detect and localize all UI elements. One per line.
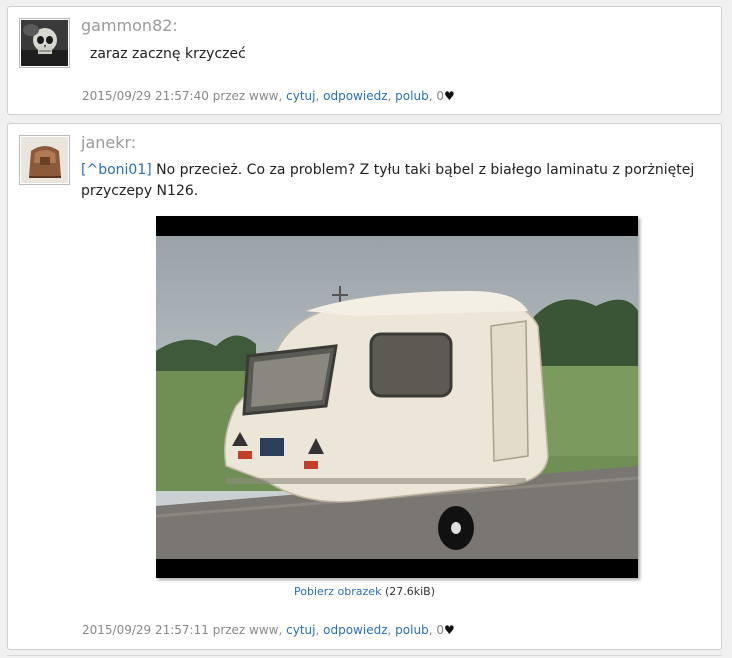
avatar[interactable] (19, 135, 70, 185)
post-source: przez www, (212, 623, 283, 637)
like-link[interactable]: polub (395, 623, 429, 637)
heart-icon: ♥ (443, 89, 455, 103)
post-meta: 2015/09/29 21:57:40 przez www, cytuj, od… (82, 89, 455, 103)
download-image-link[interactable]: Pobierz obrazek (294, 585, 381, 598)
post-text: zaraz zacznę krzyczeć (90, 46, 246, 62)
post-body: No przecież. Co za problem? Z tyłu taki … (81, 162, 695, 199)
post-datetime: 2015/09/29 21:57:40 (82, 89, 209, 103)
quote-link[interactable]: cytuj (286, 623, 315, 637)
attached-photo[interactable] (156, 216, 638, 578)
post-author: janekr: (81, 133, 137, 152)
separator: , (387, 623, 392, 637)
reply-link[interactable]: odpowiedz (323, 623, 387, 637)
download-size: (27.6kiB) (384, 585, 436, 598)
separator: , (428, 89, 433, 103)
post-text: [^boni01] No przecież. Co za problem? Z … (81, 160, 701, 202)
post-janekr: janekr: [^boni01] No przecież. Co za pro… (7, 123, 722, 650)
skull-avatar-image (21, 20, 68, 66)
divider (7, 655, 722, 656)
post-author: gammon82: (81, 16, 178, 35)
post-gammon82: gammon82: zaraz zacznę krzyczeć 2015/09/… (7, 6, 722, 115)
download-row: Pobierz obrazek (27.6kiB) (8, 585, 721, 598)
post-datetime: 2015/09/29 21:57:11 (82, 623, 209, 637)
reply-link[interactable]: odpowiedz (323, 89, 387, 103)
reply-to-link[interactable]: [^boni01] (81, 162, 152, 178)
post-meta: 2015/09/29 21:57:11 przez www, cytuj, od… (82, 623, 455, 637)
separator: , (428, 623, 433, 637)
separator: , (315, 623, 320, 637)
separator: , (387, 89, 392, 103)
avatar[interactable] (19, 18, 70, 68)
like-count: 0 (436, 623, 444, 637)
bag-avatar-image (21, 137, 68, 183)
post-source: przez www, (212, 89, 283, 103)
like-link[interactable]: polub (395, 89, 429, 103)
like-count: 0 (436, 89, 444, 103)
quote-link[interactable]: cytuj (286, 89, 315, 103)
caravan-photo (156, 216, 638, 578)
separator: , (315, 89, 320, 103)
heart-icon: ♥ (443, 623, 455, 637)
